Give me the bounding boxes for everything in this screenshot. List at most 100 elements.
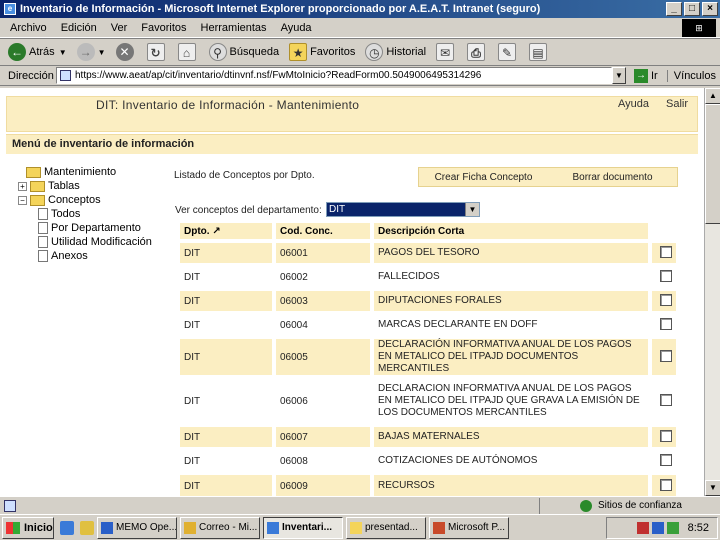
listing-label: Listado de Conceptos por Dpto. — [174, 170, 315, 181]
address-dropdown-icon[interactable]: ▼ — [612, 67, 626, 84]
tree-item-mantenimiento[interactable]: Mantenimiento — [14, 165, 174, 179]
row-checkbox[interactable] — [660, 349, 672, 362]
row-checkbox[interactable] — [660, 245, 672, 258]
menu-edicion[interactable]: Edición — [61, 22, 97, 34]
refresh-button[interactable]: ↻ — [146, 43, 168, 61]
favorites-button[interactable]: ★ Favoritos — [289, 43, 355, 61]
row-checkbox[interactable] — [660, 478, 672, 491]
exit-link[interactable]: Salir — [666, 98, 688, 110]
discuss-button[interactable]: ▤ — [529, 43, 550, 61]
search-button[interactable]: ⚲ Búsqueda — [208, 43, 279, 61]
row-checkbox[interactable] — [660, 293, 672, 306]
minimize-button[interactable]: _ — [666, 2, 682, 16]
menu-favoritos[interactable]: Favoritos — [141, 22, 186, 34]
forward-button[interactable]: → ▼ — [76, 43, 106, 61]
delete-document-button[interactable]: Borrar documento — [548, 172, 677, 183]
table-row[interactable]: DIT 06002 FALLECIDOS — [180, 263, 676, 289]
table-row[interactable]: DIT 06009 RECURSOS — [180, 471, 676, 496]
cell-cod[interactable]: 06002 — [274, 263, 374, 289]
column-header-desc[interactable]: Descripción Corta — [372, 223, 652, 241]
cell-cod[interactable]: 06004 — [274, 311, 374, 337]
zone-label: Sitios de confianza — [598, 500, 682, 511]
collapse-icon[interactable]: − — [18, 195, 27, 205]
scroll-down-icon[interactable]: ▼ — [705, 480, 720, 496]
row-checkbox[interactable] — [660, 393, 672, 406]
table-row[interactable]: DIT 06003 DIPUTACIONES FORALES — [180, 287, 676, 313]
stop-button[interactable]: ✕ — [115, 43, 137, 61]
forward-dropdown-icon[interactable]: ▼ — [98, 48, 106, 57]
system-tray: 8:52 — [606, 517, 718, 539]
tree-item-anexos[interactable]: Anexos — [14, 249, 174, 263]
row-checkbox[interactable] — [660, 453, 672, 466]
table-row[interactable]: DIT 06006 DECLARACION INFORMATIVA ANUAL … — [180, 375, 676, 425]
column-header-dpto[interactable]: Dpto. ↗ — [180, 223, 276, 241]
cell-cod[interactable]: 06003 — [274, 287, 374, 313]
cell-cod[interactable]: 06008 — [274, 447, 374, 473]
scroll-thumb[interactable] — [705, 104, 720, 224]
department-select[interactable]: DIT ▼ — [326, 202, 480, 217]
start-button[interactable]: Inicio — [2, 516, 54, 539]
table-row[interactable]: DIT 06007 BAJAS MATERNALES — [180, 423, 676, 449]
chevron-down-icon[interactable]: ▼ — [465, 203, 479, 216]
links-button[interactable]: Vínculos — [666, 69, 716, 82]
task-inventario[interactable]: Inventari... — [263, 516, 343, 539]
history-button[interactable]: ◷ Historial — [365, 43, 426, 61]
go-button[interactable]: → Ir — [634, 68, 658, 83]
home-button[interactable]: ⌂ — [177, 43, 199, 61]
mail-icon: ✉ — [436, 43, 455, 61]
page-content: DIT: Inventario de Información - Manteni… — [0, 88, 704, 496]
tree-item-utilidad[interactable]: Utilidad Modificación — [14, 235, 174, 249]
desktop-quicklaunch-icon[interactable] — [80, 520, 94, 535]
ie-quicklaunch-icon[interactable] — [60, 520, 74, 535]
tree-item-todos[interactable]: Todos — [14, 207, 174, 221]
task-powerpoint[interactable]: Microsoft P... — [429, 516, 509, 539]
tree-label: Mantenimiento — [44, 166, 117, 178]
column-header-cod[interactable]: Cod. Conc. — [274, 223, 374, 241]
row-checkbox[interactable] — [660, 269, 672, 282]
menu-archivo[interactable]: Archivo — [10, 22, 47, 34]
menu-ver[interactable]: Ver — [111, 22, 128, 34]
tray-icon[interactable] — [651, 522, 664, 534]
row-checkbox[interactable] — [660, 317, 672, 330]
row-checkbox[interactable] — [660, 429, 672, 442]
close-button[interactable]: × — [702, 2, 718, 16]
vertical-scrollbar[interactable]: ▲ ▼ — [704, 88, 720, 496]
back-dropdown-icon[interactable]: ▼ — [59, 48, 67, 57]
address-input[interactable]: https://www.aeat/ap/cit/inventario/dtinv… — [56, 67, 612, 84]
scroll-up-icon[interactable]: ▲ — [705, 88, 720, 104]
tray-icon[interactable] — [636, 522, 649, 534]
cell-dpto: DIT — [180, 375, 276, 425]
window-controls: _ □ × — [666, 2, 718, 16]
cell-cod[interactable]: 06007 — [274, 423, 374, 449]
mail-button[interactable]: ✉ — [436, 43, 457, 61]
task-memo[interactable]: MEMO Ope... — [97, 516, 177, 539]
tree-item-conceptos[interactable]: − Conceptos — [14, 193, 174, 207]
table-row[interactable]: DIT 06004 MARCAS DECLARANTE EN DOFF — [180, 311, 676, 337]
cell-cod[interactable]: 06009 — [274, 471, 374, 496]
create-concept-button[interactable]: Crear Ficha Concepto — [419, 172, 548, 183]
history-icon: ◷ — [365, 43, 384, 61]
task-correo[interactable]: Correo - Mi... — [180, 516, 260, 539]
cell-cod[interactable]: 06001 — [274, 239, 374, 265]
back-button[interactable]: ← Atrás ▼ — [8, 43, 67, 61]
tray-icon[interactable] — [666, 522, 679, 534]
tree-item-por-departamento[interactable]: Por Departamento — [14, 221, 174, 235]
menu-ayuda[interactable]: Ayuda — [281, 22, 312, 34]
table-row[interactable]: DIT 06008 COTIZACIONES DE AUTÓNOMOS — [180, 447, 676, 473]
word-icon — [101, 521, 113, 534]
task-presentad[interactable]: presentad... — [346, 516, 426, 539]
edit-button[interactable]: ✎ — [498, 43, 519, 61]
menu-herramientas[interactable]: Herramientas — [201, 22, 267, 34]
maximize-button[interactable]: □ — [684, 2, 700, 16]
cell-cod[interactable]: 06006 — [274, 375, 374, 425]
table-row[interactable]: DIT 06005 DECLARACIÓN INFORMATIVA ANUAL … — [180, 335, 676, 377]
cell-cod[interactable]: 06005 — [274, 335, 374, 377]
tree-item-tablas[interactable]: + Tablas — [14, 179, 174, 193]
print-button[interactable]: ⎙ — [467, 43, 488, 61]
cell-desc: MARCAS DECLARANTE EN DOFF — [372, 311, 652, 337]
help-link[interactable]: Ayuda — [618, 98, 649, 110]
toolbar: ← Atrás ▼ → ▼ ✕ ↻ ⌂ ⚲ Búsqueda ★ Favorit… — [0, 38, 720, 66]
table-row[interactable]: DIT 06001 PAGOS DEL TESORO — [180, 239, 676, 265]
go-arrow-icon: → — [634, 68, 648, 83]
expand-icon[interactable]: + — [18, 181, 27, 191]
